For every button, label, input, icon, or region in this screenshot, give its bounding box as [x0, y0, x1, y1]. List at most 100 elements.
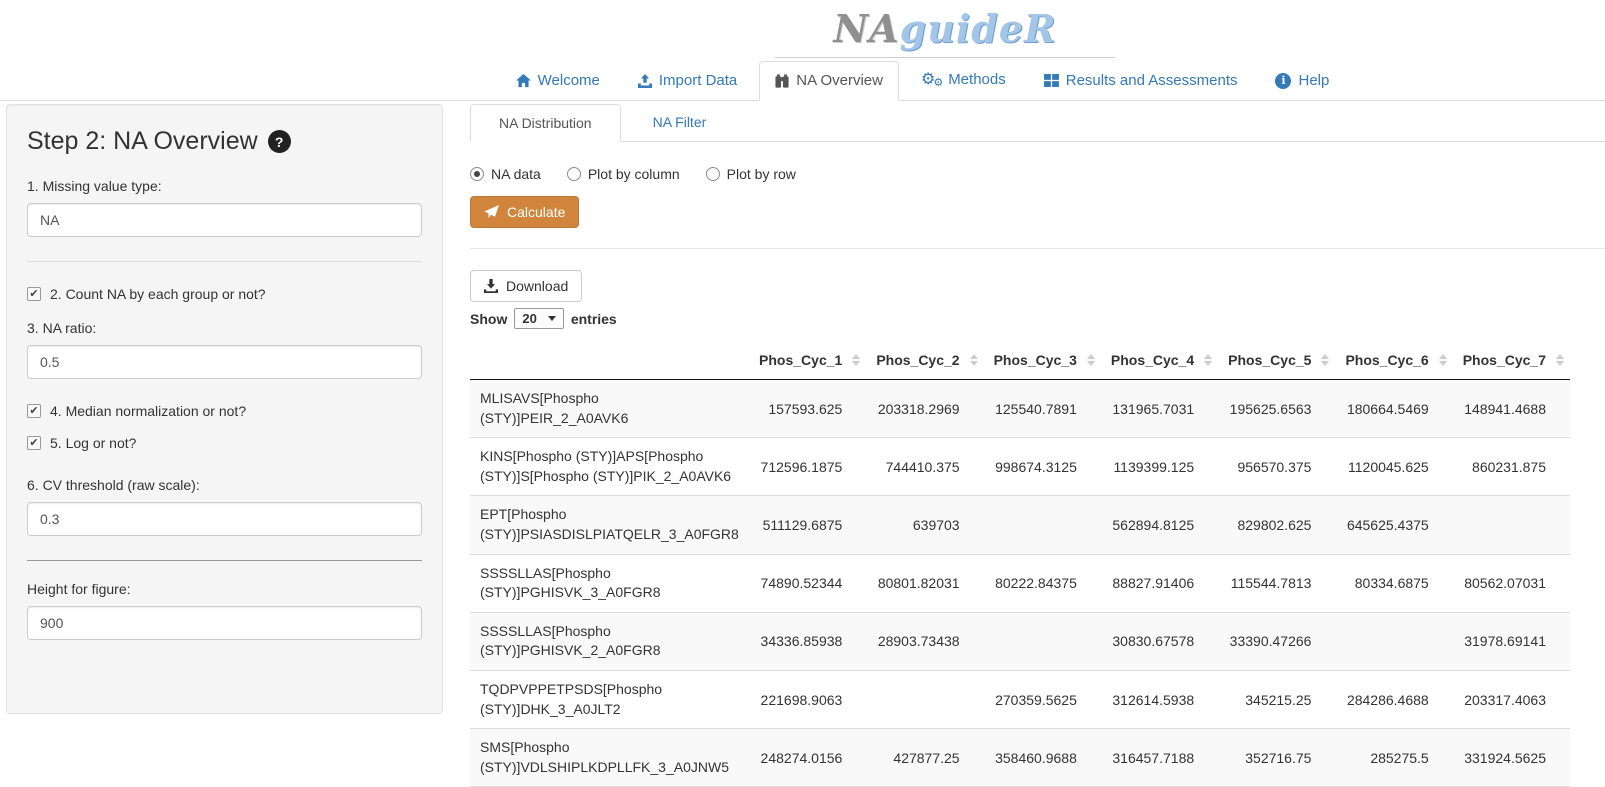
radio-label: Plot by column	[588, 166, 680, 182]
nav-tab-welcome[interactable]: Welcome	[500, 61, 616, 100]
column-header[interactable]: Phos_Cyc_4	[1101, 341, 1218, 380]
plot-type-radio-group: NA data Plot by column Plot by row	[470, 166, 1570, 182]
nav-tab-methods[interactable]: ⚙⚙ Methods	[905, 58, 1022, 100]
tab-na-distribution[interactable]: NA Distribution	[470, 104, 621, 142]
table-row: TQDPVPPETPSDS[Phospho (STY)]DHK_3_A0JLT2…	[470, 670, 1570, 728]
entries-select[interactable]: 20	[514, 308, 563, 329]
cell: 203317.4063	[1453, 670, 1570, 728]
column-header[interactable]: Phos_Cyc_1	[749, 341, 866, 380]
cell: 80801.82031	[866, 554, 983, 612]
median-normalization-checkbox[interactable]: ✔	[27, 404, 41, 418]
cell: 33390.47266	[1218, 612, 1335, 670]
binoculars-icon	[775, 74, 789, 88]
cell: 203318.2969	[866, 380, 983, 438]
column-header[interactable]: Phos_Cyc_6	[1335, 341, 1452, 380]
radio-plot-by-column[interactable]: Plot by column	[567, 166, 680, 182]
cell: 131965.7031	[1101, 380, 1218, 438]
show-label: Show	[470, 311, 507, 327]
radio-button[interactable]	[567, 167, 581, 181]
table-row: KINS[Phospho (STY)]APS[Phospho (STY)]S[P…	[470, 438, 1570, 496]
cell: 125540.7891	[984, 380, 1101, 438]
table-row: SSSSLLAS[Phospho (STY)]PGHISVK_2_A0FGR8 …	[470, 612, 1570, 670]
paper-plane-icon	[484, 205, 499, 219]
sort-icon	[970, 354, 978, 366]
calculate-button[interactable]: Calculate	[470, 196, 579, 228]
log-checkbox[interactable]: ✔	[27, 436, 41, 450]
header: NAguideR	[0, 0, 1605, 58]
radio-button[interactable]	[706, 167, 720, 181]
row-name: EPT[Phospho (STY)]PSIASDISLPIATQELR_3_A0…	[470, 496, 749, 554]
na-ratio-input[interactable]	[27, 345, 422, 379]
figure-height-label: Height for figure:	[27, 581, 422, 597]
nav-tab-import-data[interactable]: Import Data	[622, 61, 753, 100]
nav-tab-label: Results and Assessments	[1066, 72, 1238, 89]
cell: 88827.91406	[1101, 554, 1218, 612]
nav-tab-label: Methods	[948, 71, 1006, 88]
count-na-checkbox[interactable]: ✔	[27, 287, 41, 301]
tab-na-filter[interactable]: NA Filter	[621, 104, 739, 141]
cell	[1453, 496, 1570, 554]
median-normalization-label: 4. Median normalization or not?	[50, 403, 246, 419]
app-logo-part1: NA	[833, 6, 899, 51]
cell: 284286.4688	[1335, 670, 1452, 728]
row-name: MLISAVS[Phospho (STY)]PEIR_2_A0AVK6	[470, 380, 749, 438]
column-header[interactable]: Phos_Cyc_3	[984, 341, 1101, 380]
info-circle-icon: i	[1275, 73, 1291, 89]
download-button-label: Download	[506, 278, 568, 294]
download-button[interactable]: Download	[470, 270, 582, 302]
nav-tab-results-and-assessments[interactable]: Results and Assessments	[1028, 61, 1254, 100]
column-header[interactable]: Phos_Cyc_7	[1453, 341, 1570, 380]
radio-na-data[interactable]: NA data	[470, 166, 541, 182]
calculate-button-label: Calculate	[507, 204, 565, 220]
row-name: KINS[Phospho (STY)]APS[Phospho (STY)]S[P…	[470, 438, 749, 496]
cv-threshold-label: 6. CV threshold (raw scale):	[27, 477, 422, 493]
cell: 427877.25	[866, 729, 983, 787]
column-header[interactable]: Phos_Cyc_5	[1218, 341, 1335, 380]
radio-plot-by-row[interactable]: Plot by row	[706, 166, 796, 182]
cell: 80562.07031	[1453, 554, 1570, 612]
cell: 1139399.125	[1101, 438, 1218, 496]
subtab-bar: NA Distribution NA Filter	[470, 104, 1605, 142]
cell: 562894.8125	[1101, 496, 1218, 554]
cell: 30830.67578	[1101, 612, 1218, 670]
nav-tab-label: Welcome	[538, 72, 600, 89]
sort-icon	[852, 354, 860, 366]
table-row: SSSSLLAS[Phospho (STY)]PGHISVK_3_A0FGR8 …	[470, 554, 1570, 612]
page-content: Step 2: NA Overview ? 1. Missing value t…	[0, 104, 1605, 787]
cell: 744410.375	[866, 438, 983, 496]
main-panel: NA Distribution NA Filter NA data Plot b…	[470, 104, 1605, 787]
entries-length-control: Show 20 entries	[470, 308, 1570, 329]
sidebar-title-text: Step 2: NA Overview	[27, 127, 258, 156]
log-option: ✔ 5. Log or not?	[27, 435, 422, 451]
upload-icon	[638, 74, 652, 88]
main-navbar: Welcome Import Data NA Overview ⚙⚙ Metho…	[0, 58, 1605, 101]
figure-height-input[interactable]	[27, 606, 422, 640]
cell: 148941.4688	[1453, 380, 1570, 438]
cv-threshold-input[interactable]	[27, 502, 422, 536]
median-normalization-option: ✔ 4. Median normalization or not?	[27, 403, 422, 419]
download-icon	[484, 279, 498, 293]
cell: 645625.4375	[1335, 496, 1452, 554]
nav-tab-label: Import Data	[659, 72, 737, 89]
radio-button[interactable]	[470, 167, 484, 181]
divider	[470, 248, 1605, 249]
entries-label: entries	[571, 311, 617, 327]
nav-tab-na-overview[interactable]: NA Overview	[759, 61, 899, 101]
count-na-option: ✔ 2. Count NA by each group or not?	[27, 286, 422, 302]
cell: 712596.1875	[749, 438, 866, 496]
app-logo-part2: guideR	[900, 6, 1057, 51]
cell: 345215.25	[1218, 670, 1335, 728]
cell: 331924.5625	[1453, 729, 1570, 787]
nav-tab-label: Help	[1298, 72, 1329, 89]
cell: 511129.6875	[749, 496, 866, 554]
cell: 316457.7188	[1101, 729, 1218, 787]
column-header[interactable]: Phos_Cyc_2	[866, 341, 983, 380]
sort-icon	[1556, 354, 1564, 366]
missing-value-type-input[interactable]	[27, 203, 422, 237]
cell: 31978.69141	[1453, 612, 1570, 670]
cell: 221698.9063	[749, 670, 866, 728]
nav-tab-help[interactable]: i Help	[1259, 61, 1345, 100]
cell: 157593.625	[749, 380, 866, 438]
cell: 998674.3125	[984, 438, 1101, 496]
question-circle-icon[interactable]: ?	[268, 130, 291, 153]
